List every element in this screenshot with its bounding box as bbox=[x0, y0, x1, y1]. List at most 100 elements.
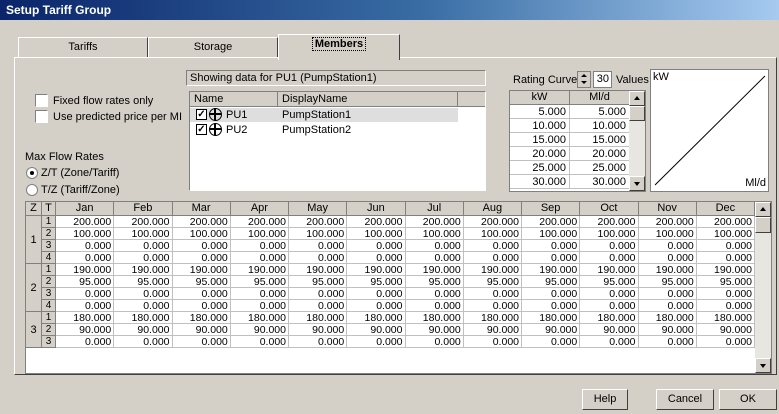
grid-cell[interactable]: 95.000 bbox=[463, 276, 522, 288]
grid-cell[interactable]: 200.000 bbox=[289, 216, 348, 228]
grid-cell[interactable]: 95.000 bbox=[347, 276, 406, 288]
grid-cell[interactable]: 0.000 bbox=[405, 300, 464, 312]
grid-cell[interactable]: 180.000 bbox=[289, 312, 348, 324]
member-checkbox[interactable]: ✓ bbox=[196, 124, 207, 135]
rating-curve-count[interactable]: 30 bbox=[593, 71, 612, 88]
rating-scrollbar[interactable] bbox=[629, 91, 645, 191]
grid-cell[interactable]: 0.000 bbox=[463, 288, 522, 300]
grid-cell[interactable]: 95.000 bbox=[580, 276, 639, 288]
spin-up-icon[interactable] bbox=[581, 74, 587, 77]
grid-cell[interactable]: 100.000 bbox=[289, 228, 348, 240]
grid-cell[interactable]: 180.000 bbox=[114, 312, 173, 324]
grid-cell[interactable]: 90.000 bbox=[289, 324, 348, 336]
grid-cell[interactable]: 0.000 bbox=[405, 240, 464, 252]
grid-cell[interactable]: 0.000 bbox=[230, 252, 289, 264]
mld-cell[interactable]: 20.000 bbox=[570, 147, 630, 161]
grid-cell[interactable]: 0.000 bbox=[114, 240, 173, 252]
grid-cell[interactable]: 0.000 bbox=[230, 300, 289, 312]
grid-cell[interactable]: 0.000 bbox=[289, 288, 348, 300]
grid-cell[interactable]: 190.000 bbox=[56, 264, 115, 276]
members-list[interactable]: Name DisplayName ✓ PU1 PumpStation1 ✓ PU… bbox=[189, 91, 486, 191]
grid-cell[interactable]: 100.000 bbox=[114, 228, 173, 240]
grid-cell[interactable]: 0.000 bbox=[289, 240, 348, 252]
spin-down-icon[interactable] bbox=[581, 81, 587, 84]
grid-cell[interactable]: 0.000 bbox=[638, 300, 697, 312]
grid-cell[interactable]: 200.000 bbox=[580, 216, 639, 228]
grid-cell[interactable]: 0.000 bbox=[172, 240, 231, 252]
grid-scroll-up-button[interactable] bbox=[755, 202, 771, 217]
mld-cell[interactable]: 15.000 bbox=[570, 133, 630, 147]
grid-cell[interactable]: 100.000 bbox=[580, 228, 639, 240]
grid-cell[interactable]: 180.000 bbox=[638, 312, 697, 324]
grid-cell[interactable]: 0.000 bbox=[230, 288, 289, 300]
grid-cell[interactable]: 200.000 bbox=[114, 216, 173, 228]
grid-cell[interactable]: 180.000 bbox=[696, 312, 755, 324]
grid-cell[interactable]: 180.000 bbox=[230, 312, 289, 324]
grid-cell[interactable]: 190.000 bbox=[405, 264, 464, 276]
scroll-up-button[interactable] bbox=[629, 91, 645, 106]
grid-cell[interactable]: 0.000 bbox=[347, 300, 406, 312]
grid-cell[interactable]: 180.000 bbox=[463, 312, 522, 324]
grid-cell[interactable]: 200.000 bbox=[638, 216, 697, 228]
grid-cell[interactable]: 190.000 bbox=[463, 264, 522, 276]
grid-cell[interactable]: 190.000 bbox=[522, 264, 581, 276]
grid-cell[interactable]: 0.000 bbox=[56, 240, 115, 252]
grid-cell[interactable]: 90.000 bbox=[405, 324, 464, 336]
grid-cell[interactable]: 0.000 bbox=[347, 252, 406, 264]
grid-cell[interactable]: 190.000 bbox=[638, 264, 697, 276]
grid-cell[interactable]: 90.000 bbox=[56, 324, 115, 336]
grid-cell[interactable]: 90.000 bbox=[230, 324, 289, 336]
grid-cell[interactable]: 0.000 bbox=[463, 336, 522, 348]
grid-cell[interactable]: 190.000 bbox=[114, 264, 173, 276]
grid-cell[interactable]: 0.000 bbox=[405, 288, 464, 300]
grid-cell[interactable]: 100.000 bbox=[230, 228, 289, 240]
grid-cell[interactable]: 200.000 bbox=[696, 216, 755, 228]
grid-cell[interactable]: 0.000 bbox=[172, 252, 231, 264]
ok-button[interactable]: OK bbox=[719, 389, 777, 410]
grid-cell[interactable]: 200.000 bbox=[405, 216, 464, 228]
grid-cell[interactable]: 0.000 bbox=[114, 288, 173, 300]
grid-cell[interactable]: 200.000 bbox=[347, 216, 406, 228]
tariff-grid[interactable]: Z T Jan Feb Mar Apr May Jun Jul Aug Sep Oct Nov Dec… bbox=[25, 201, 772, 374]
grid-cell[interactable]: 100.000 bbox=[56, 228, 115, 240]
name-column-header[interactable]: Name bbox=[190, 92, 278, 107]
grid-cell[interactable]: 95.000 bbox=[696, 276, 755, 288]
member-row-pu2[interactable]: ✓ PU2 PumpStation2 bbox=[190, 123, 458, 137]
predicted-price-checkbox[interactable] bbox=[35, 110, 48, 123]
grid-cell[interactable]: 0.000 bbox=[230, 336, 289, 348]
grid-cell[interactable]: 0.000 bbox=[522, 300, 581, 312]
grid-cell[interactable]: 90.000 bbox=[638, 324, 697, 336]
grid-cell[interactable]: 90.000 bbox=[463, 324, 522, 336]
tab-tariffs[interactable]: Tariffs bbox=[18, 37, 148, 58]
grid-cell[interactable]: 200.000 bbox=[522, 216, 581, 228]
grid-cell[interactable]: 0.000 bbox=[638, 240, 697, 252]
mld-cell[interactable]: 10.000 bbox=[570, 119, 630, 133]
grid-cell[interactable]: 0.000 bbox=[56, 300, 115, 312]
grid-cell[interactable]: 0.000 bbox=[347, 288, 406, 300]
mld-cell[interactable]: 5.000 bbox=[570, 105, 630, 119]
grid-cell[interactable]: 95.000 bbox=[172, 276, 231, 288]
grid-cell[interactable]: 0.000 bbox=[522, 336, 581, 348]
kw-cell[interactable]: 20.000 bbox=[510, 147, 570, 161]
grid-cell[interactable]: 0.000 bbox=[638, 288, 697, 300]
grid-cell[interactable]: 90.000 bbox=[522, 324, 581, 336]
grid-cell[interactable]: 200.000 bbox=[172, 216, 231, 228]
grid-cell[interactable]: 190.000 bbox=[172, 264, 231, 276]
grid-cell[interactable]: 0.000 bbox=[56, 252, 115, 264]
grid-cell[interactable]: 95.000 bbox=[114, 276, 173, 288]
grid-cell[interactable]: 0.000 bbox=[696, 300, 755, 312]
grid-cell[interactable]: 95.000 bbox=[405, 276, 464, 288]
mld-cell[interactable]: 30.000 bbox=[570, 175, 630, 189]
grid-cell[interactable]: 0.000 bbox=[580, 300, 639, 312]
scroll-down-button[interactable] bbox=[629, 176, 645, 191]
kw-cell[interactable]: 30.000 bbox=[510, 175, 570, 189]
grid-cell[interactable]: 0.000 bbox=[114, 252, 173, 264]
tariff-zone-radio[interactable] bbox=[26, 184, 38, 196]
grid-cell[interactable]: 0.000 bbox=[172, 336, 231, 348]
grid-cell[interactable]: 180.000 bbox=[405, 312, 464, 324]
grid-cell[interactable]: 0.000 bbox=[638, 252, 697, 264]
grid-cell[interactable]: 0.000 bbox=[522, 288, 581, 300]
grid-cell[interactable]: 180.000 bbox=[347, 312, 406, 324]
grid-cell[interactable]: 200.000 bbox=[56, 216, 115, 228]
grid-cell[interactable]: 95.000 bbox=[230, 276, 289, 288]
